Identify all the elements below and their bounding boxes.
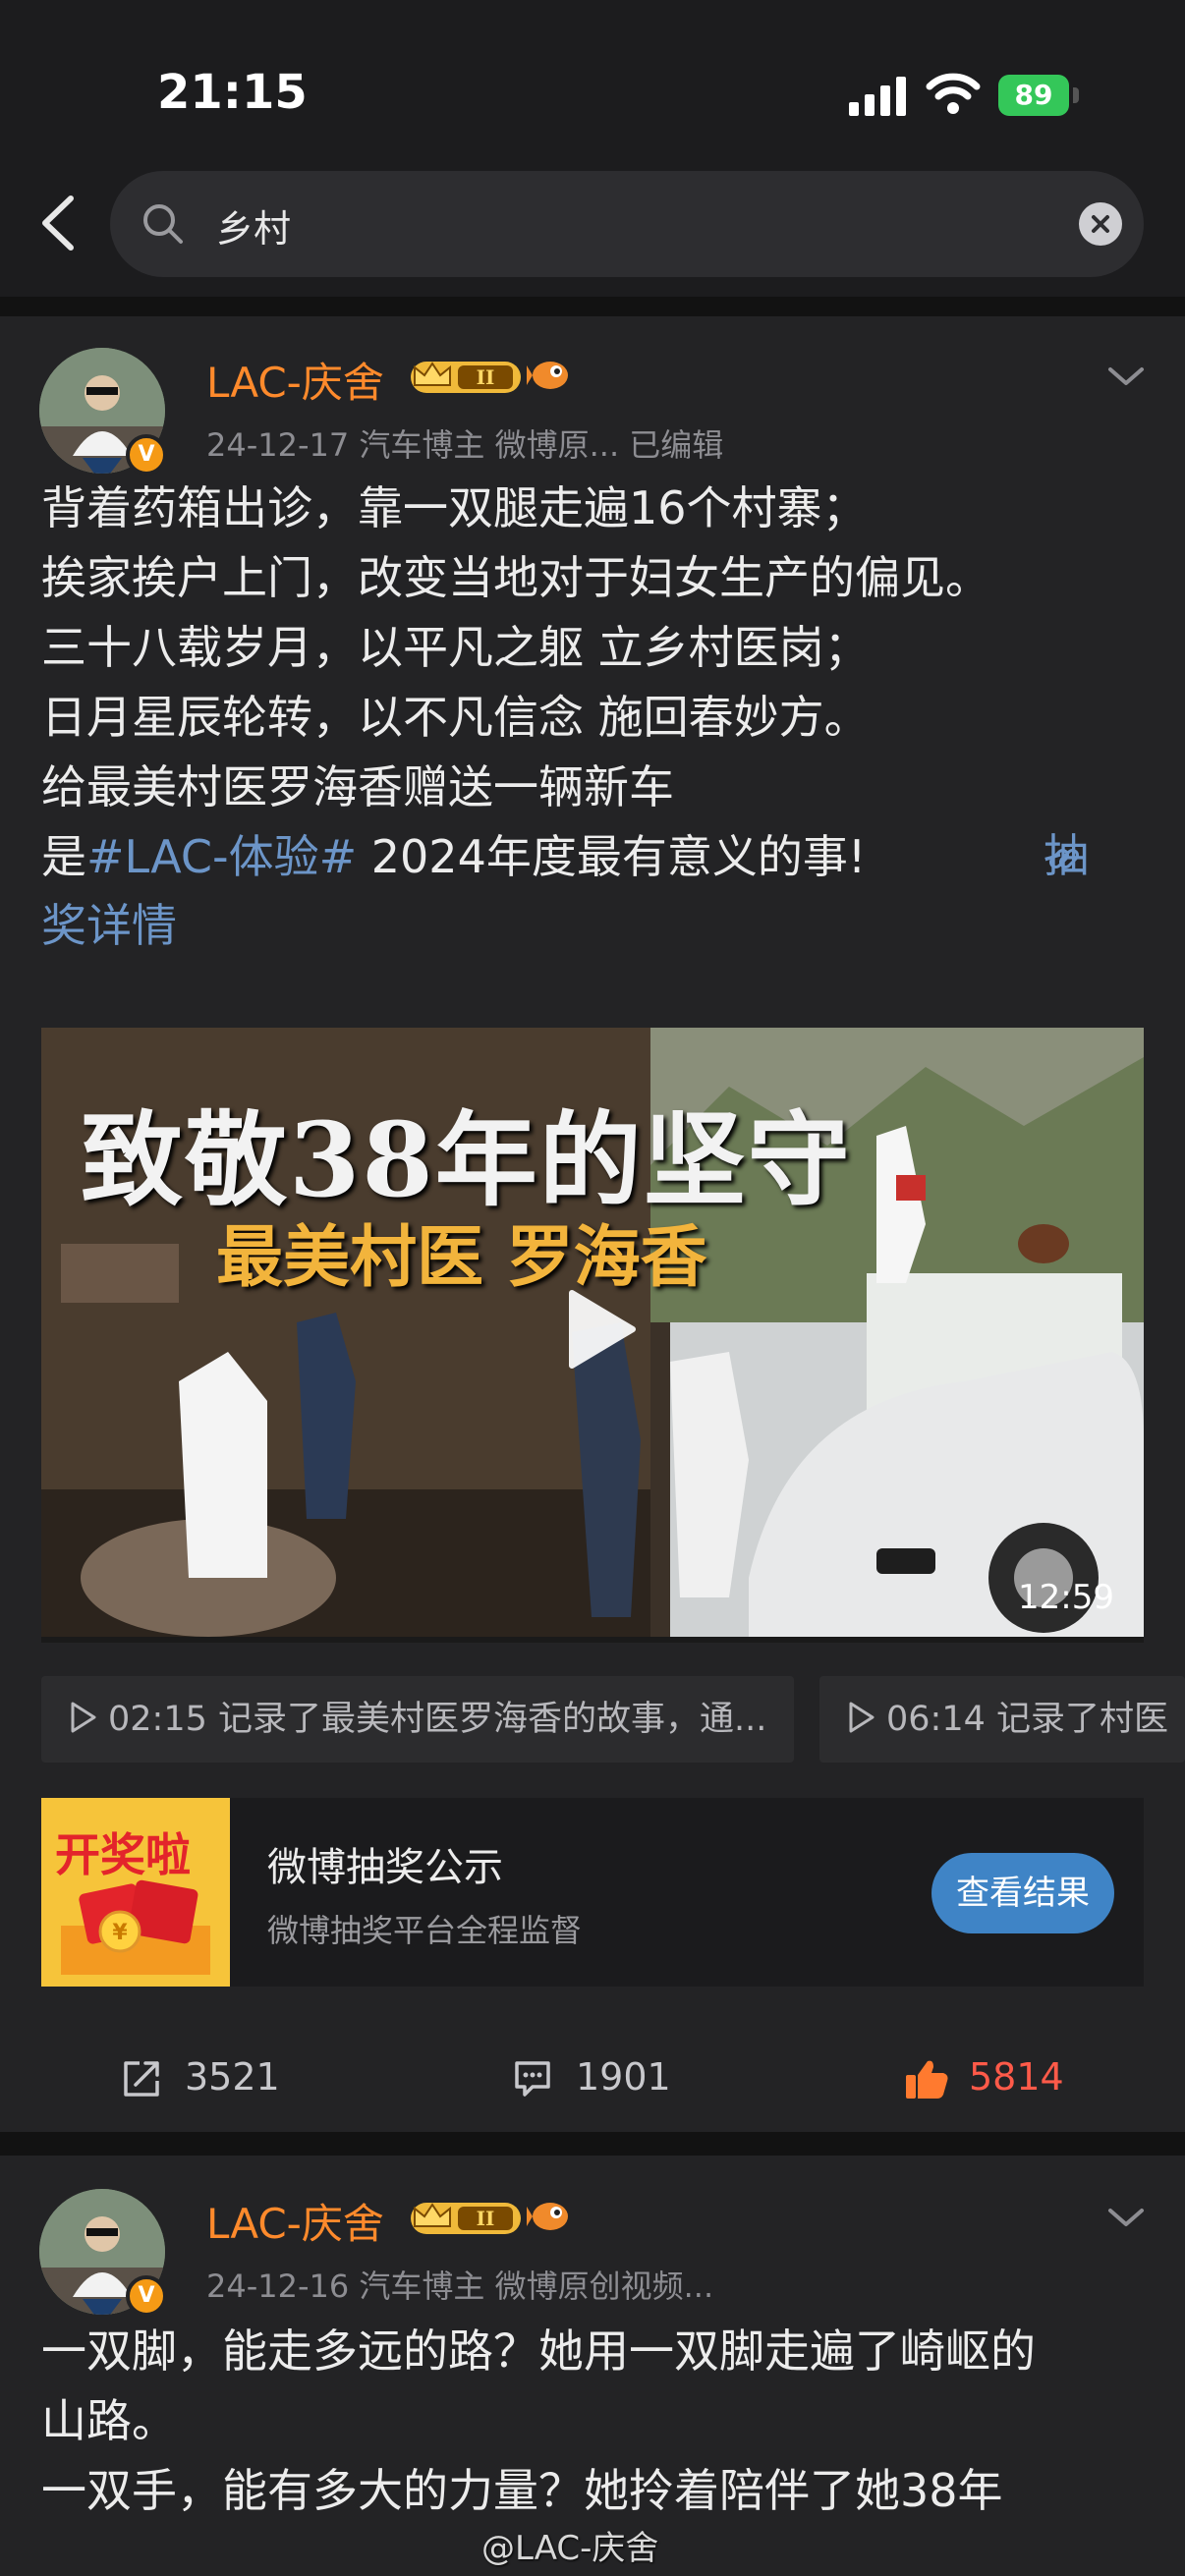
chapter-label: 06:14 记录了村医: [886, 1700, 1168, 1739]
view-results-button[interactable]: 查看结果: [931, 1853, 1114, 1933]
video-chapter[interactable]: 02:15 记录了最美村医罗海香的故事，通...: [41, 1676, 794, 1763]
author-name[interactable]: LAC-庆舍: [206, 350, 384, 410]
thumbs-up-icon: [906, 2060, 948, 2099]
hashtag-link[interactable]: #LAC-体验#: [86, 830, 357, 883]
comment-count: 1901: [576, 2055, 671, 2099]
post-line: 背着药箱出诊，靠一双腿走遍16个村寨；: [41, 481, 868, 534]
post-line: 给最美村医罗海香赠送一辆新车: [41, 760, 674, 813]
lottery-title: 微博抽奖公示: [267, 1845, 503, 1890]
repost-icon: [124, 2061, 159, 2097]
comment-icon: [515, 2061, 550, 2097]
clear-search-button[interactable]: [1079, 202, 1122, 246]
battery-nub: [1073, 87, 1079, 103]
lottery-card[interactable]: ¥ 开奖啦 微博抽奖公示 微博抽奖平台全程监督 查看结果: [41, 1798, 1144, 1987]
post-text-prefix: 是: [41, 830, 86, 883]
post-card[interactable]: V LAC-庆舍 II 24-12-16 汽车博主 微博原创视频... 一双脚，…: [0, 2156, 1185, 2576]
verified-badge-icon: V: [126, 2275, 167, 2317]
chevron-down-icon[interactable]: [1104, 362, 1148, 391]
post-line: 挨家挨户上门，改变当地对于妇女生产的偏见。: [41, 551, 990, 604]
fish-badge-icon[interactable]: [527, 354, 574, 395]
like-count: 5814: [969, 2055, 1064, 2099]
video-chapter[interactable]: 06:14 记录了村医: [819, 1676, 1185, 1763]
post-line: 山路。: [41, 2394, 177, 2447]
lottery-thumbnail-text: 开奖啦: [55, 1828, 191, 1881]
post-body: 一双脚，能走多远的路？她用一双脚走遍了崎岖的 山路。 一双手，能有多大的力量？她…: [41, 2317, 1152, 2526]
post-line: 日月星辰轮转，以不凡信念 施回春妙方。: [41, 691, 870, 744]
divider: [0, 297, 1185, 316]
status-bar: 21:15 89: [0, 0, 1185, 167]
post-meta: 24-12-16 汽车博主 微博原创视频...: [206, 2268, 714, 2305]
repost-count: 3521: [185, 2055, 280, 2099]
post-line: 三十八载岁月，以平凡之躯 立乡村医岗；: [41, 621, 870, 674]
verified-badge-icon: V: [126, 434, 167, 476]
play-icon[interactable]: [562, 1285, 641, 1373]
wifi-icon: [926, 73, 981, 114]
search-header: 乡村: [0, 167, 1185, 297]
close-icon: [1092, 215, 1109, 233]
watermark: @LAC-庆舍: [481, 2529, 659, 2568]
post-meta: 24-12-17 汽车博主 微博原... 已编辑: [206, 426, 724, 464]
lottery-thumbnail: ¥ 开奖啦: [41, 1798, 230, 1987]
chevron-down-icon[interactable]: [1104, 2203, 1148, 2232]
post-actions: 3521 1901 5814: [0, 2020, 1185, 2138]
play-outline-icon: [849, 1702, 875, 1733]
battery-level: 89: [1014, 79, 1053, 111]
svg-text:¥: ¥: [112, 1921, 128, 1945]
divider: [0, 2132, 1185, 2156]
crown-level-badge-icon[interactable]: II: [407, 2197, 525, 2238]
video-duration: 12:59: [1018, 1578, 1114, 1617]
lottery-subtitle: 微博抽奖平台全程监督: [267, 1912, 583, 1949]
back-arrow-icon[interactable]: [28, 189, 96, 257]
post-body: 背着药箱出诊，靠一双腿走遍16个村寨； 挨家挨户上门，改变当地对于妇女生产的偏见…: [41, 474, 1152, 892]
level-badge-text: II: [477, 365, 495, 389]
search-bar[interactable]: 乡村: [110, 171, 1144, 277]
cellular-signal-icon: [849, 77, 906, 116]
chapter-label: 02:15 记录了最美村医罗海香的故事，通...: [108, 1700, 767, 1739]
lottery-link-part1[interactable]: 抽: [1044, 821, 1089, 891]
post-text-suffix: 2024年度最有意义的事!: [357, 830, 867, 883]
search-icon: [143, 204, 183, 244]
lottery-link-part2[interactable]: 奖详情: [41, 891, 1152, 961]
author-name[interactable]: LAC-庆舍: [206, 2191, 384, 2251]
crown-level-badge-icon[interactable]: II: [407, 356, 525, 397]
post-line: 一双脚，能走多远的路？她用一双脚走遍了崎岖的: [41, 2324, 1036, 2378]
status-time: 21:15: [157, 65, 308, 120]
lottery-detail-link[interactable]: 抽 奖详情: [41, 829, 1152, 961]
video-player[interactable]: 致敬38年的坚守 最美村医 罗海香 12:59: [41, 1028, 1144, 1643]
post-line: 一双手，能有多大的力量？她拎着陪伴了她38年: [41, 2464, 1003, 2517]
fish-badge-icon[interactable]: [527, 2195, 574, 2236]
level-badge-text: II: [477, 2207, 495, 2230]
battery-indicator: 89: [998, 75, 1079, 116]
search-input[interactable]: 乡村: [216, 198, 291, 252]
play-outline-icon: [71, 1702, 96, 1733]
